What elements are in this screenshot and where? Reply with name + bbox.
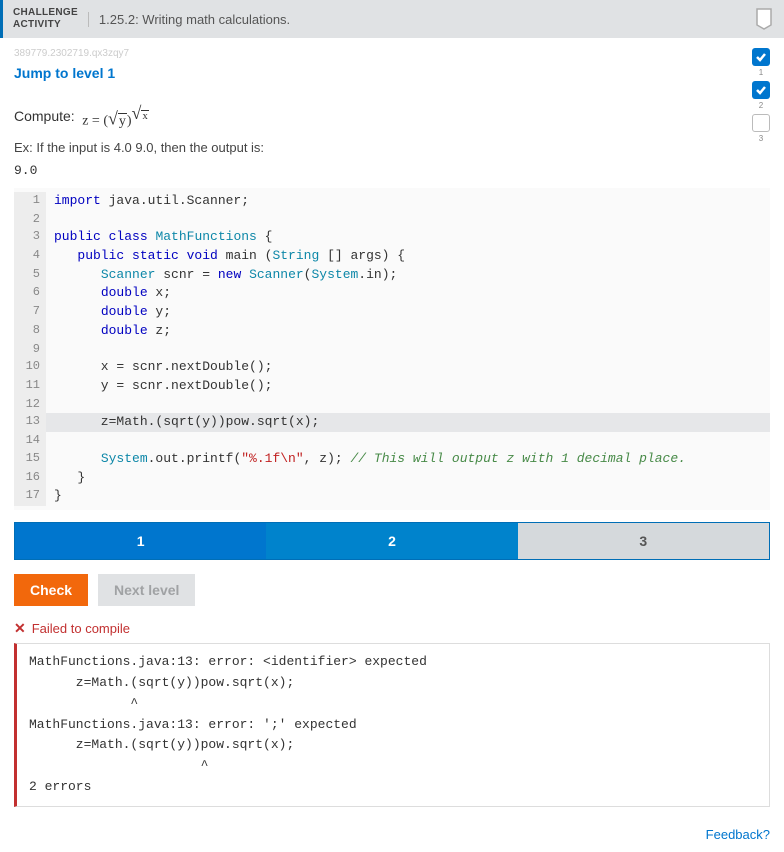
code-line[interactable]: 7 double y;: [14, 303, 770, 322]
code-text[interactable]: [46, 432, 54, 449]
code-line[interactable]: 15 System.out.printf("%.1f\n", z); // Th…: [14, 450, 770, 469]
fail-x-icon: ✕: [14, 620, 26, 637]
code-text[interactable]: z=Math.(sqrt(y))pow.sqrt(x);: [46, 413, 319, 432]
compute-prompt: Compute: z = (√y)√x: [14, 103, 770, 130]
code-line[interactable]: 1import java.util.Scanner;: [14, 192, 770, 211]
line-number: 9: [14, 341, 46, 358]
compile-fail-header: ✕ Failed to compile: [14, 620, 770, 637]
code-text[interactable]: double z;: [46, 322, 171, 341]
code-line[interactable]: 16 }: [14, 469, 770, 488]
code-line[interactable]: 5 Scanner scnr = new Scanner(System.in);: [14, 266, 770, 285]
progress-step-label: 2: [759, 101, 763, 110]
line-number: 13: [14, 413, 46, 432]
progress-step-label: 3: [759, 134, 763, 143]
code-text[interactable]: y = scnr.nextDouble();: [46, 377, 272, 396]
compiler-output: MathFunctions.java:13: error: <identifie…: [14, 643, 770, 807]
code-text[interactable]: double y;: [46, 303, 171, 322]
code-text[interactable]: double x;: [46, 284, 171, 303]
line-number: 12: [14, 396, 46, 413]
activity-title: 1.25.2: Writing math calculations.: [88, 12, 290, 27]
line-number: 11: [14, 377, 46, 396]
code-editor[interactable]: 1import java.util.Scanner;23public class…: [14, 188, 770, 511]
code-line[interactable]: 3public class MathFunctions {: [14, 228, 770, 247]
line-number: 4: [14, 247, 46, 266]
line-number: 2: [14, 211, 46, 228]
progress-step-label: 1: [759, 68, 763, 77]
code-line[interactable]: 12: [14, 396, 770, 413]
code-text[interactable]: }: [46, 487, 62, 506]
line-number: 6: [14, 284, 46, 303]
next-level-button: Next level: [98, 574, 195, 606]
line-number: 5: [14, 266, 46, 285]
code-text[interactable]: public static void main (String [] args)…: [46, 247, 405, 266]
code-text[interactable]: System.out.printf("%.1f\n", z); // This …: [46, 450, 686, 469]
line-number: 17: [14, 487, 46, 506]
example-output: 9.0: [14, 163, 770, 178]
line-number: 15: [14, 450, 46, 469]
progress-step-3[interactable]: [752, 114, 770, 132]
line-number: 14: [14, 432, 46, 449]
code-line[interactable]: 10 x = scnr.nextDouble();: [14, 358, 770, 377]
code-line[interactable]: 9: [14, 341, 770, 358]
code-line[interactable]: 13 z=Math.(sqrt(y))pow.sqrt(x);: [14, 413, 770, 432]
code-line[interactable]: 6 double x;: [14, 284, 770, 303]
line-number: 10: [14, 358, 46, 377]
code-text[interactable]: public class MathFunctions {: [46, 228, 272, 247]
code-text[interactable]: }: [46, 469, 85, 488]
watermark-id: 389779.2302719.qx3zqy7: [14, 48, 770, 59]
example-description: Ex: If the input is 4.0 9.0, then the ou…: [14, 140, 770, 155]
code-text[interactable]: x = scnr.nextDouble();: [46, 358, 272, 377]
feedback-link[interactable]: Feedback?: [0, 827, 770, 842]
code-text[interactable]: [46, 341, 54, 358]
code-line[interactable]: 2: [14, 211, 770, 228]
progress-step-2[interactable]: [752, 81, 770, 99]
line-number: 1: [14, 192, 46, 211]
level-tab-3[interactable]: 3: [518, 523, 769, 559]
code-line[interactable]: 8 double z;: [14, 322, 770, 341]
level-tab-1[interactable]: 1: [15, 523, 266, 559]
jump-to-level-link[interactable]: Jump to level 1: [14, 65, 115, 81]
code-text[interactable]: import java.util.Scanner;: [46, 192, 249, 211]
code-text[interactable]: [46, 211, 54, 228]
check-button[interactable]: Check: [14, 574, 88, 606]
code-line[interactable]: 17}: [14, 487, 770, 506]
line-number: 16: [14, 469, 46, 488]
line-number: 7: [14, 303, 46, 322]
progress-sidebar: 1 2 3: [752, 48, 770, 143]
line-number: 8: [14, 322, 46, 341]
code-text[interactable]: [46, 396, 54, 413]
bookmark-icon: [754, 7, 774, 31]
code-line[interactable]: 11 y = scnr.nextDouble();: [14, 377, 770, 396]
code-line[interactable]: 4 public static void main (String [] arg…: [14, 247, 770, 266]
activity-type-label: CHALLENGEACTIVITY: [3, 7, 88, 31]
line-number: 3: [14, 228, 46, 247]
progress-step-1[interactable]: [752, 48, 770, 66]
level-tab-2[interactable]: 2: [266, 523, 517, 559]
code-line[interactable]: 14: [14, 432, 770, 449]
level-tabs: 123: [14, 522, 770, 560]
code-text[interactable]: Scanner scnr = new Scanner(System.in);: [46, 266, 397, 285]
activity-header: CHALLENGEACTIVITY 1.25.2: Writing math c…: [0, 0, 784, 38]
